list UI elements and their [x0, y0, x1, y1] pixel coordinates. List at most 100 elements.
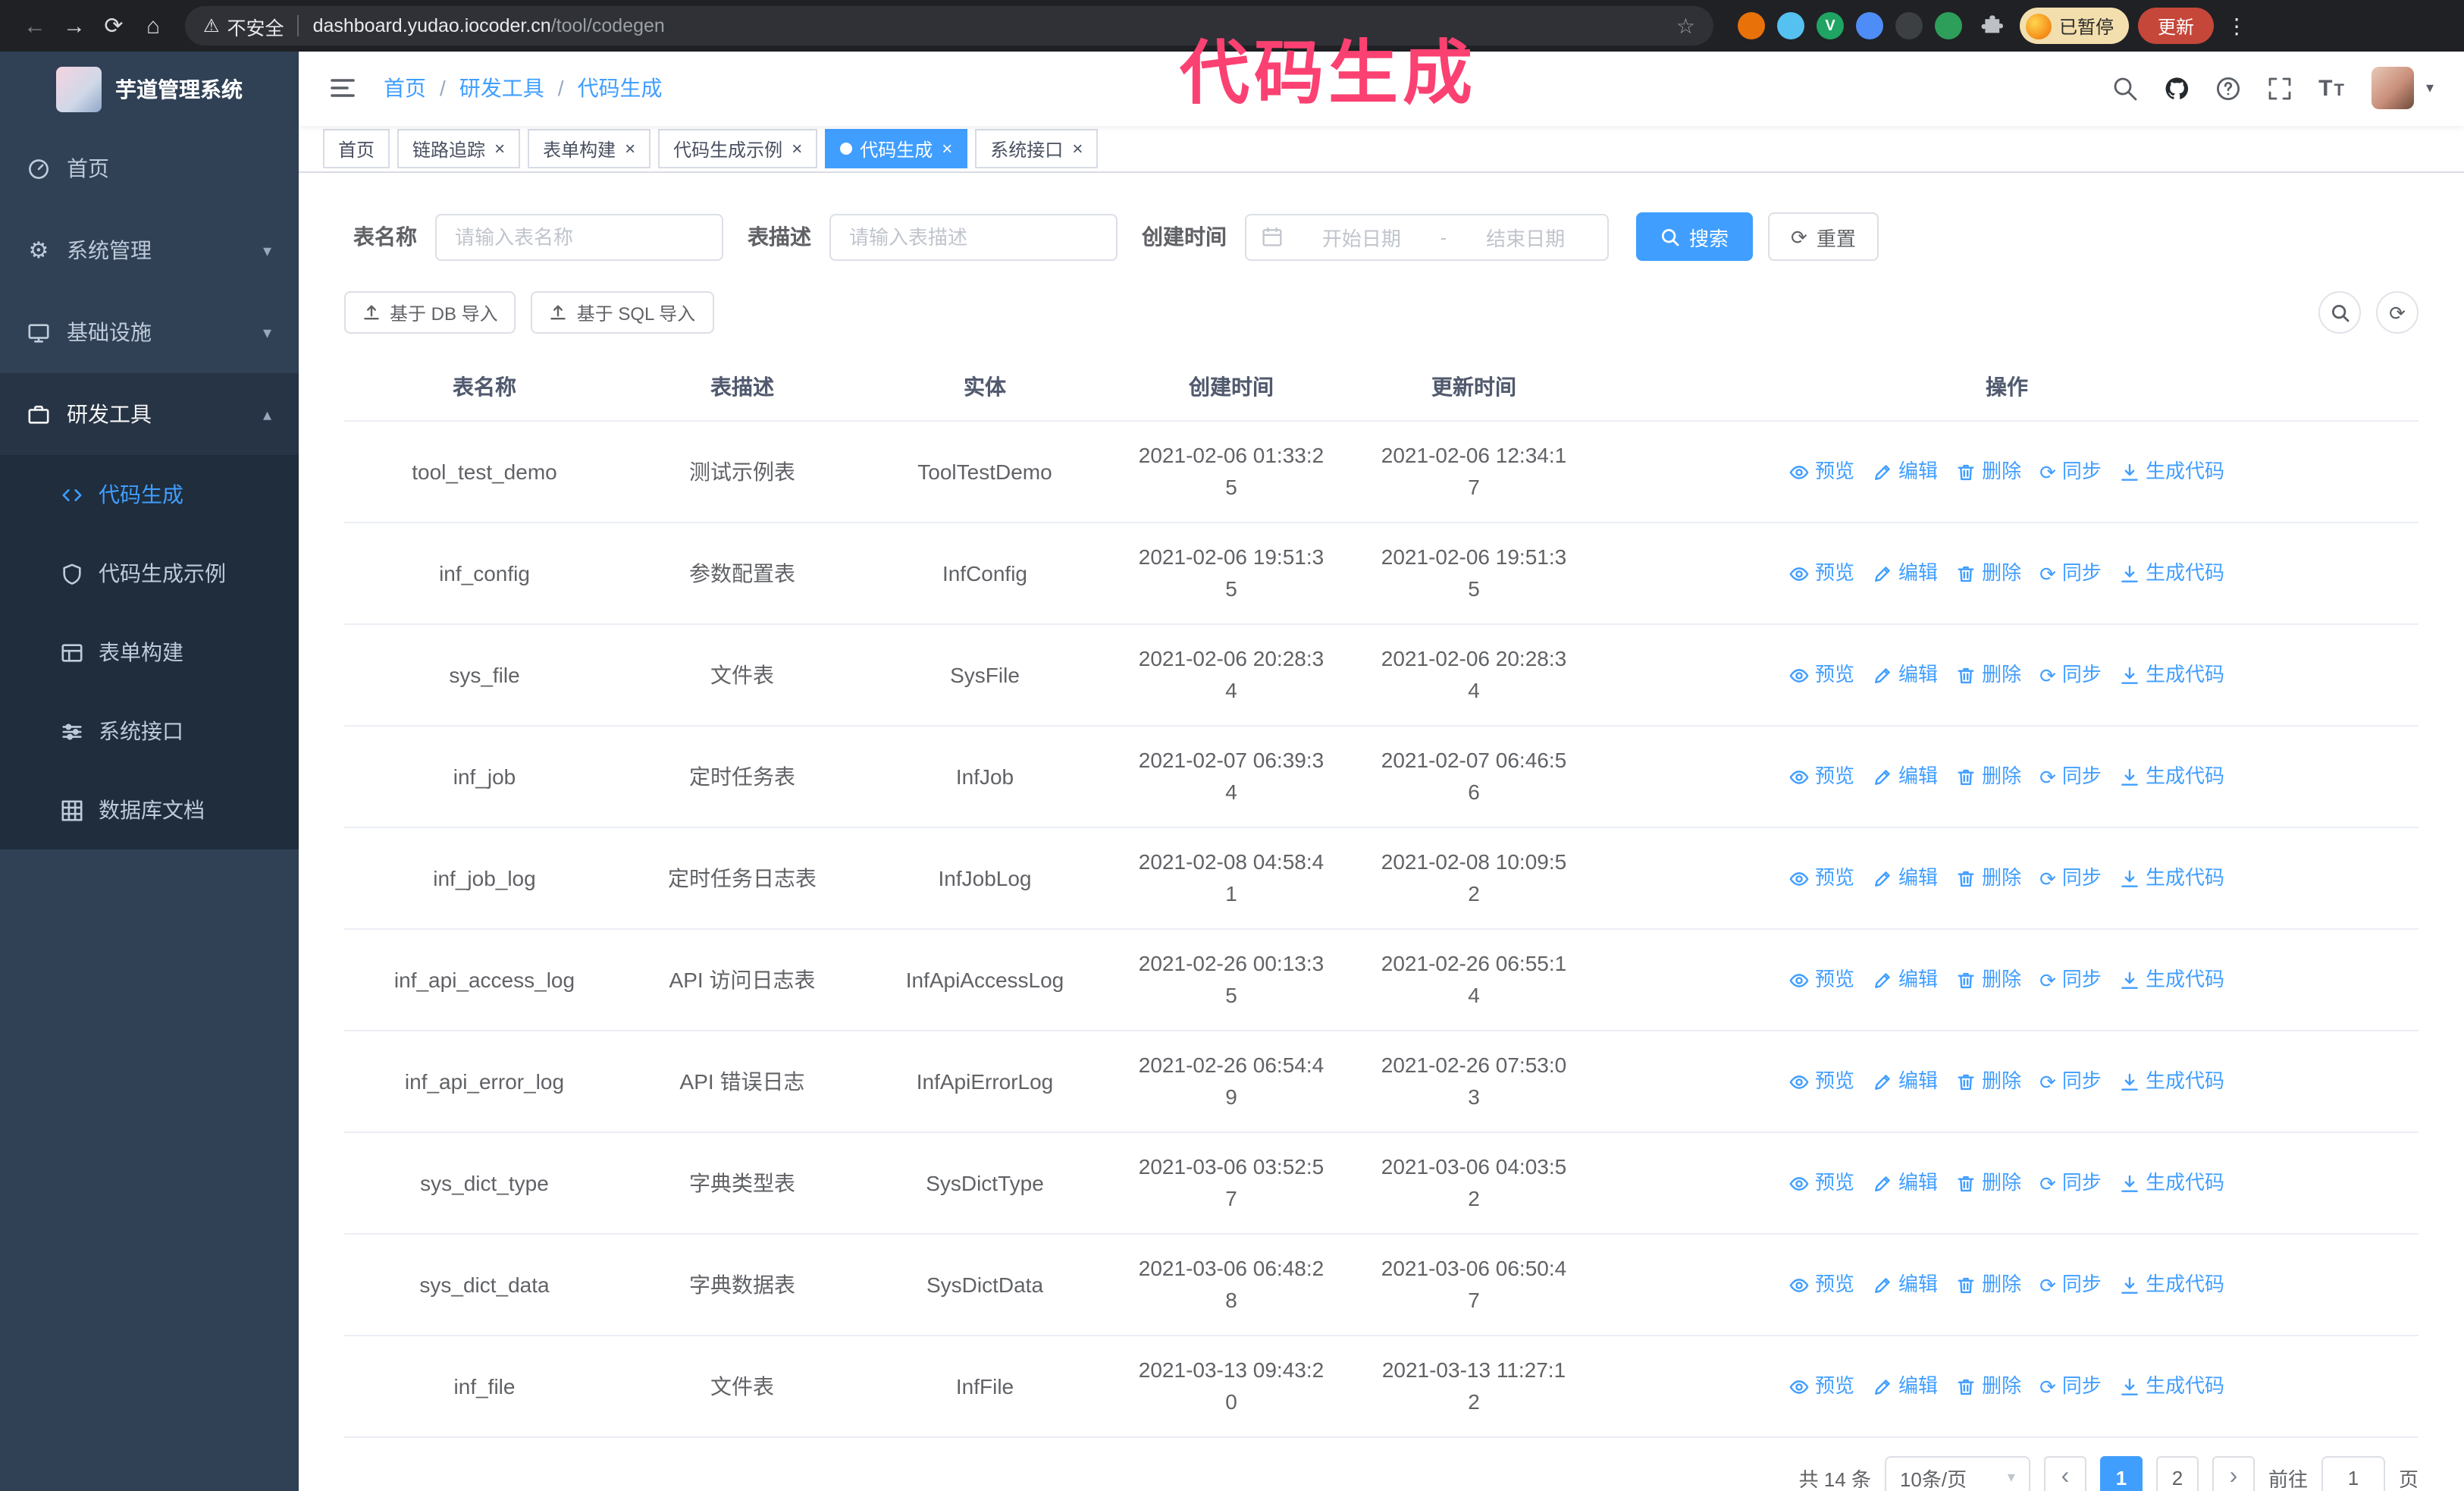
delete-link[interactable]: 删除	[1956, 762, 2021, 792]
chevron-down-icon[interactable]: ▾	[2426, 80, 2434, 97]
help-icon[interactable]	[2215, 76, 2241, 102]
breadcrumb-devtools[interactable]: 研发工具	[459, 74, 544, 104]
preview-link[interactable]: 预览	[1789, 762, 1854, 792]
generate-code-link[interactable]: 生成代码	[2120, 661, 2224, 690]
edit-link[interactable]: 编辑	[1873, 965, 1938, 995]
delete-link[interactable]: 删除	[1956, 1270, 2021, 1300]
delete-link[interactable]: 删除	[1956, 1372, 2021, 1402]
extension-green-v-icon[interactable]: V	[1817, 12, 1844, 39]
extension-dark-icon[interactable]	[1895, 12, 1923, 39]
extension-blue-drop-icon[interactable]	[1777, 12, 1804, 39]
breadcrumb-home[interactable]: 首页	[384, 74, 426, 104]
delete-link[interactable]: 删除	[1956, 1169, 2021, 1198]
generate-code-link[interactable]: 生成代码	[2120, 1270, 2224, 1300]
page-button-1[interactable]: 1	[2099, 1456, 2143, 1491]
generate-code-link[interactable]: 生成代码	[2120, 457, 2224, 487]
preview-link[interactable]: 预览	[1789, 1067, 1854, 1097]
sync-link[interactable]: ⟳ 同步	[2039, 1270, 2102, 1300]
next-page-button[interactable]: ›	[2212, 1456, 2255, 1491]
edit-link[interactable]: 编辑	[1873, 1270, 1938, 1300]
tab-close-icon[interactable]: ×	[625, 140, 635, 158]
sync-link[interactable]: ⟳ 同步	[2039, 864, 2102, 893]
browser-reload-icon[interactable]: ⟳	[94, 6, 133, 46]
reset-button[interactable]: ⟳ 重置	[1768, 212, 1879, 262]
preview-link[interactable]: 预览	[1789, 559, 1854, 589]
extension-green-icon[interactable]	[1935, 12, 1962, 39]
page-size-select[interactable]: 10条/页 ▾	[1884, 1456, 2030, 1491]
search-button[interactable]: 搜索	[1636, 212, 1754, 262]
extension-people-icon[interactable]	[1856, 12, 1883, 39]
delete-link[interactable]: 删除	[1956, 864, 2021, 893]
search-icon[interactable]	[2112, 76, 2138, 102]
generate-code-link[interactable]: 生成代码	[2120, 559, 2224, 589]
user-avatar[interactable]	[2371, 67, 2414, 110]
sidebar-item-form-builder[interactable]: 表单构建	[0, 613, 299, 692]
sync-link[interactable]: ⟳ 同步	[2039, 1372, 2102, 1402]
font-size-icon[interactable]: TT	[2318, 76, 2346, 102]
edit-link[interactable]: 编辑	[1873, 661, 1938, 690]
sidebar-item-codegen[interactable]: 代码生成	[0, 455, 299, 534]
sidebar-item-system-api[interactable]: 系统接口	[0, 692, 299, 771]
edit-link[interactable]: 编辑	[1873, 559, 1938, 589]
preview-link[interactable]: 预览	[1789, 864, 1854, 893]
delete-link[interactable]: 删除	[1956, 661, 2021, 690]
fullscreen-icon[interactable]	[2267, 76, 2293, 102]
tab-close-icon[interactable]: ×	[1072, 140, 1083, 158]
generate-code-link[interactable]: 生成代码	[2120, 1067, 2224, 1097]
sync-link[interactable]: ⟳ 同步	[2039, 457, 2102, 487]
tab-close-icon[interactable]: ×	[942, 140, 952, 158]
toggle-search-button[interactable]	[2318, 291, 2361, 334]
preview-link[interactable]: 预览	[1789, 457, 1854, 487]
edit-link[interactable]: 编辑	[1873, 762, 1938, 792]
page-button-2[interactable]: 2	[2155, 1456, 2199, 1491]
tab-2[interactable]: 链路追踪 ×	[397, 129, 521, 169]
delete-link[interactable]: 删除	[1956, 457, 2021, 487]
browser-menu-icon[interactable]: ⋮	[2226, 13, 2247, 39]
generate-code-link[interactable]: 生成代码	[2120, 1372, 2224, 1402]
table-name-input[interactable]	[435, 213, 723, 261]
edit-link[interactable]: 编辑	[1873, 457, 1938, 487]
edit-link[interactable]: 编辑	[1873, 864, 1938, 893]
preview-link[interactable]: 预览	[1789, 965, 1854, 995]
tab-3[interactable]: 表单构建 ×	[528, 129, 651, 169]
tab-close-icon[interactable]: ×	[494, 140, 505, 158]
refresh-button[interactable]: ⟳	[2376, 291, 2419, 334]
prev-page-button[interactable]: ‹	[2043, 1456, 2086, 1491]
bookmark-star-icon[interactable]: ☆	[1676, 13, 1695, 39]
app-logo[interactable]: 芋道管理系统	[0, 52, 299, 127]
goto-page-input[interactable]	[2321, 1456, 2385, 1491]
github-icon[interactable]	[2164, 76, 2190, 102]
sidebar-item-codegen-example[interactable]: 代码生成示例	[0, 534, 299, 613]
preview-link[interactable]: 预览	[1789, 661, 1854, 690]
generate-code-link[interactable]: 生成代码	[2120, 762, 2224, 792]
tab-4[interactable]: 代码生成示例 ×	[658, 129, 818, 169]
import-sql-button[interactable]: 基于 SQL 导入	[531, 291, 714, 334]
sync-link[interactable]: ⟳ 同步	[2039, 1169, 2102, 1198]
sync-link[interactable]: ⟳ 同步	[2039, 1067, 2102, 1097]
sidebar-item-infra[interactable]: 基础设施 ▾	[0, 291, 299, 373]
import-db-button[interactable]: 基于 DB 导入	[344, 291, 516, 334]
delete-link[interactable]: 删除	[1956, 559, 2021, 589]
preview-link[interactable]: 预览	[1789, 1372, 1854, 1402]
delete-link[interactable]: 删除	[1956, 1067, 2021, 1097]
sidebar-item-db-docs[interactable]: 数据库文档	[0, 771, 299, 849]
browser-home-icon[interactable]: ⌂	[133, 6, 173, 46]
preview-link[interactable]: 预览	[1789, 1169, 1854, 1198]
table-desc-input[interactable]	[829, 213, 1118, 261]
edit-link[interactable]: 编辑	[1873, 1169, 1938, 1198]
generate-code-link[interactable]: 生成代码	[2120, 864, 2224, 893]
sync-link[interactable]: ⟳ 同步	[2039, 559, 2102, 589]
browser-update-button[interactable]: 更新	[2138, 8, 2215, 44]
extensions-puzzle-icon[interactable]	[1980, 14, 2005, 38]
date-range-input[interactable]: 开始日期 - 结束日期	[1245, 213, 1609, 261]
delete-link[interactable]: 删除	[1956, 965, 2021, 995]
address-bar[interactable]: ⚠ 不安全 dashboard.yudao.iocoder.cn/tool/co…	[185, 6, 1713, 46]
sidebar-item-system[interactable]: ⚙ 系统管理 ▾	[0, 209, 299, 291]
edit-link[interactable]: 编辑	[1873, 1067, 1938, 1097]
edit-link[interactable]: 编辑	[1873, 1372, 1938, 1402]
profile-paused-chip[interactable]: 已暂停	[2020, 8, 2130, 44]
tab-close-icon[interactable]: ×	[792, 140, 802, 158]
browser-forward-icon[interactable]: →	[55, 6, 94, 46]
sync-link[interactable]: ⟳ 同步	[2039, 661, 2102, 690]
extension-orange-icon[interactable]	[1738, 12, 1765, 39]
